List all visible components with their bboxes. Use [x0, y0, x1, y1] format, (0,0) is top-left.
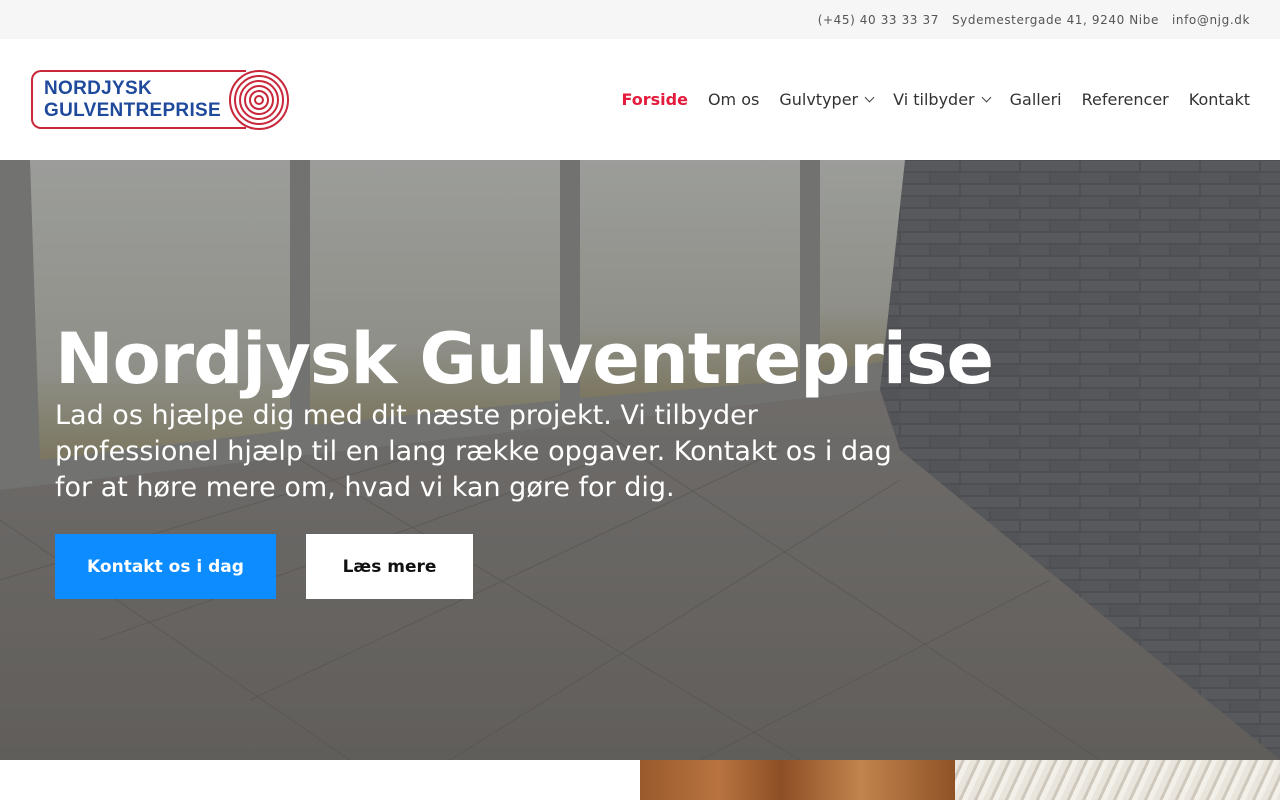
main-navigation: Forside Om os Gulvtyper Vi tilbyder Gall… — [621, 39, 1250, 160]
next-section-preview — [0, 760, 1280, 800]
nav-label: Referencer — [1081, 90, 1169, 109]
address: Sydemestergade 41, 9240 Nibe — [951, 12, 1159, 27]
nav-item-forside[interactable]: Forside — [621, 90, 687, 109]
hero-description: Lad os hjælpe dig med dit næste projekt.… — [55, 400, 892, 503]
nav-item-referencer[interactable]: Referencer — [1082, 90, 1169, 109]
nav-item-om-os[interactable]: Om os — [708, 90, 759, 109]
read-more-button[interactable]: Læs mere — [306, 534, 473, 599]
hero-section: Nordjysk Gulventreprise Lad os hjælpe di… — [0, 160, 1280, 760]
nav-label: Om os — [707, 90, 760, 109]
nav-label: Galleri — [1009, 90, 1062, 109]
nav-item-kontakt[interactable]: Kontakt — [1189, 90, 1250, 109]
nav-item-gulvtyper[interactable]: Gulvtyper — [779, 90, 875, 109]
phone-number[interactable]: (+45) 40 33 33 37 — [818, 13, 939, 27]
contact-us-button[interactable]: Kontakt os i dag — [55, 534, 276, 599]
nav-label: Vi tilbyder — [893, 90, 975, 109]
wood-floor-image — [640, 760, 955, 800]
logo-line2: GULVENTREPRISE — [44, 100, 221, 121]
top-info-bar: (+45) 40 33 33 37 Sydemestergade 41, 924… — [0, 0, 1280, 39]
logo-line1: NORDJYSK — [44, 78, 152, 99]
nav-label: Gulvtyper — [779, 90, 859, 109]
chevron-down-icon — [981, 92, 992, 103]
hero-title: Nordjysk Gulventreprise — [55, 318, 994, 400]
site-header: NORDJYSK GULVENTREPRISE Forside Om os Gu… — [0, 39, 1280, 160]
nav-label: Forside — [621, 90, 688, 109]
carpet-image — [955, 760, 1280, 800]
next-section-text-area — [0, 760, 640, 800]
nav-label: Kontakt — [1188, 90, 1250, 109]
nav-item-galleri[interactable]: Galleri — [1010, 90, 1062, 109]
email-link[interactable]: info@njg.dk — [1172, 13, 1250, 27]
logo-rings-icon — [229, 70, 289, 130]
site-logo[interactable]: NORDJYSK GULVENTREPRISE — [30, 69, 290, 131]
chevron-down-icon — [864, 92, 875, 103]
nav-item-vi-tilbyder[interactable]: Vi tilbyder — [893, 90, 992, 109]
